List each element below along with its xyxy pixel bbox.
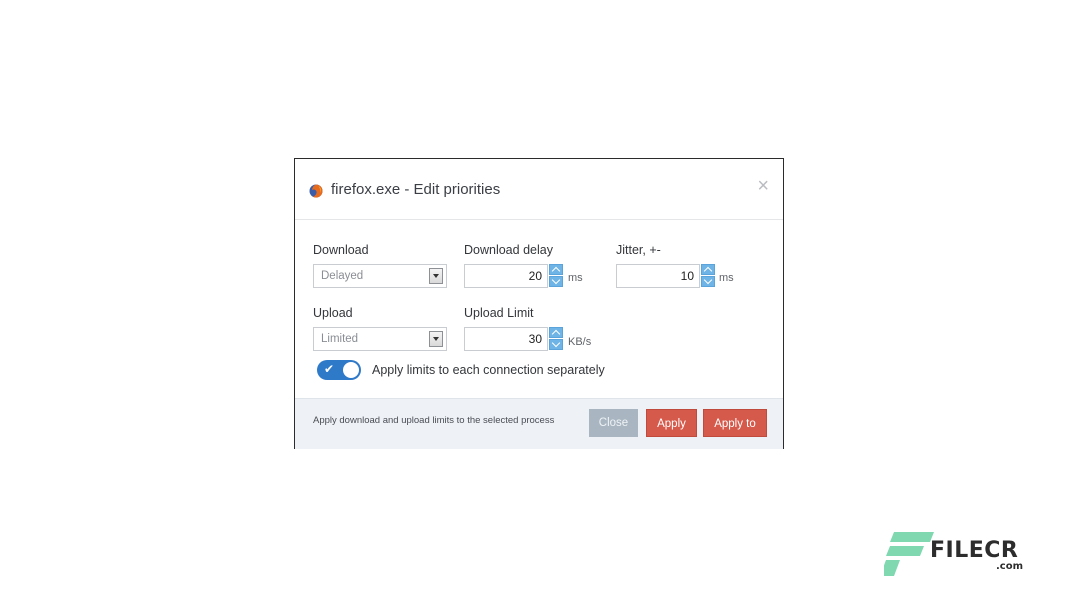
close-icon[interactable]: ×: [757, 175, 769, 197]
upload-limit-unit: KB/s: [568, 336, 592, 348]
download-delay-value: 20: [528, 269, 542, 283]
jitter-stepper[interactable]: [701, 264, 715, 288]
decrement-icon[interactable]: [549, 276, 563, 287]
jitter-unit: ms: [719, 272, 734, 284]
increment-icon[interactable]: [549, 327, 563, 338]
upload-select[interactable]: Limited: [313, 327, 447, 351]
checkmark-icon: ✔: [324, 362, 335, 376]
upload-limit-stepper[interactable]: [549, 327, 563, 351]
firefox-icon: [309, 184, 323, 198]
chevron-down-icon[interactable]: [429, 331, 443, 347]
download-label: Download: [313, 243, 369, 257]
per-connection-toggle[interactable]: ✔: [317, 360, 361, 380]
dialog-footer: Apply download and upload limits to the …: [295, 398, 783, 449]
watermark-domain: .com: [996, 561, 1024, 572]
upload-select-value: Limited: [321, 333, 359, 345]
jitter-input[interactable]: 10: [616, 264, 700, 288]
filecr-logo-icon: [884, 532, 934, 576]
dialog-header: firefox.exe - Edit priorities ×: [295, 159, 783, 220]
upload-limit-value: 30: [528, 332, 542, 346]
chevron-down-icon[interactable]: [429, 268, 443, 284]
upload-label: Upload: [313, 306, 353, 320]
screen: firefox.exe - Edit priorities × Download…: [0, 0, 1080, 608]
download-delay-unit: ms: [568, 272, 583, 284]
download-select-value: Delayed: [321, 270, 364, 282]
edit-priorities-dialog: firefox.exe - Edit priorities × Download…: [294, 158, 784, 449]
download-delay-stepper[interactable]: [549, 264, 563, 288]
upload-limit-input[interactable]: 30: [464, 327, 548, 351]
footer-hint: Apply download and upload limits to the …: [313, 415, 555, 426]
download-delay-label: Download delay: [464, 243, 553, 257]
download-delay-input[interactable]: 20: [464, 264, 548, 288]
upload-limit-label: Upload Limit: [464, 306, 534, 320]
decrement-icon[interactable]: [549, 339, 563, 350]
per-connection-label: Apply limits to each connection separate…: [372, 363, 605, 377]
jitter-value: 10: [680, 269, 694, 283]
decrement-icon[interactable]: [701, 276, 715, 287]
apply-button[interactable]: Apply: [646, 409, 697, 437]
jitter-label: Jitter, +-: [616, 243, 661, 257]
dialog-title: firefox.exe - Edit priorities: [331, 181, 501, 198]
download-select[interactable]: Delayed: [313, 264, 447, 288]
watermark-brand: FILECR: [930, 538, 1019, 563]
filecr-watermark: FILECR .com: [884, 530, 1024, 578]
close-button[interactable]: Close: [589, 409, 638, 437]
apply-to-button[interactable]: Apply to: [703, 409, 767, 437]
increment-icon[interactable]: [549, 264, 563, 275]
increment-icon[interactable]: [701, 264, 715, 275]
toggle-knob: [343, 362, 359, 378]
